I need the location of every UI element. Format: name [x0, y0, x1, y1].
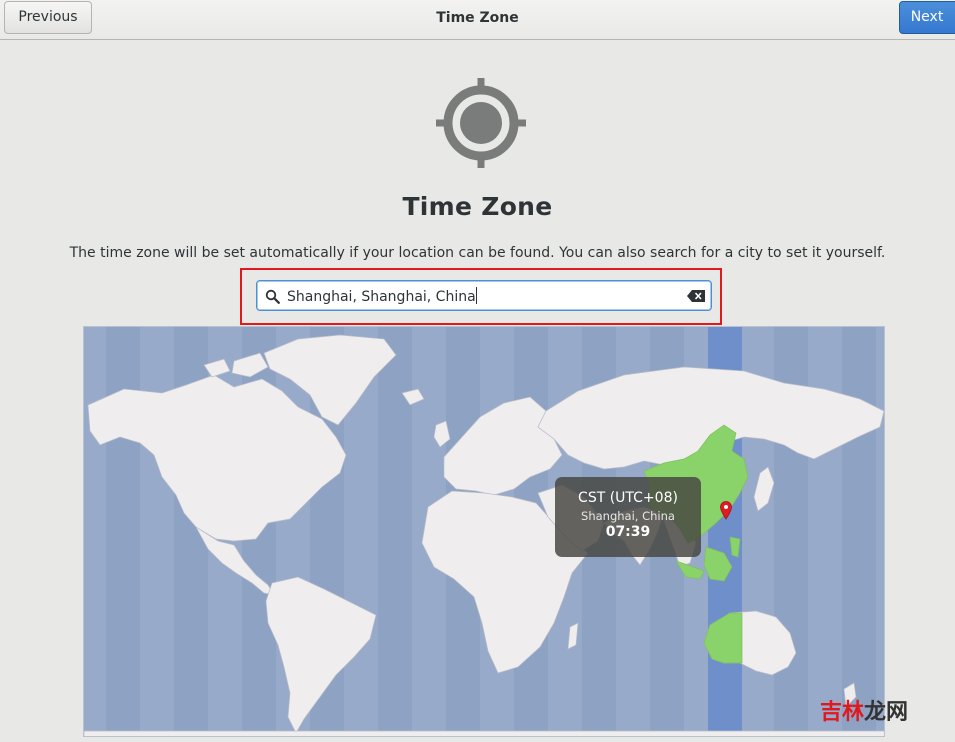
timezone-tooltip: CST (UTC+08) Shanghai, China 07:39 [555, 477, 701, 557]
tooltip-zone: CST (UTC+08) [578, 490, 678, 506]
timezone-map[interactable] [83, 326, 885, 737]
page-title: Time Zone [402, 192, 553, 221]
header-bar: Previous Time Zone Next [0, 0, 955, 40]
header-title: Time Zone [436, 10, 519, 26]
map-pin-icon [720, 501, 732, 520]
location-search-entry[interactable]: Shanghai, Shanghai, China [256, 280, 712, 311]
tooltip-time: 07:39 [605, 524, 651, 540]
search-icon [265, 289, 280, 304]
world-map[interactable] [84, 327, 885, 737]
watermark-text-dark: 龙网 [864, 700, 909, 725]
page-description: The time zone will be set automatically … [69, 245, 886, 261]
next-button[interactable]: Next [899, 1, 955, 34]
search-value-text: Shanghai, Shanghai, China [287, 289, 476, 305]
watermark-text-red: 吉林 [820, 700, 865, 725]
search-input[interactable]: Shanghai, Shanghai, China [287, 287, 477, 305]
clear-text-icon[interactable] [687, 290, 705, 302]
text-caret [475, 287, 477, 304]
watermark-logo: 吉林龙网 [820, 694, 908, 726]
location-target-icon [436, 78, 526, 168]
tooltip-city: Shanghai, China [581, 509, 675, 523]
